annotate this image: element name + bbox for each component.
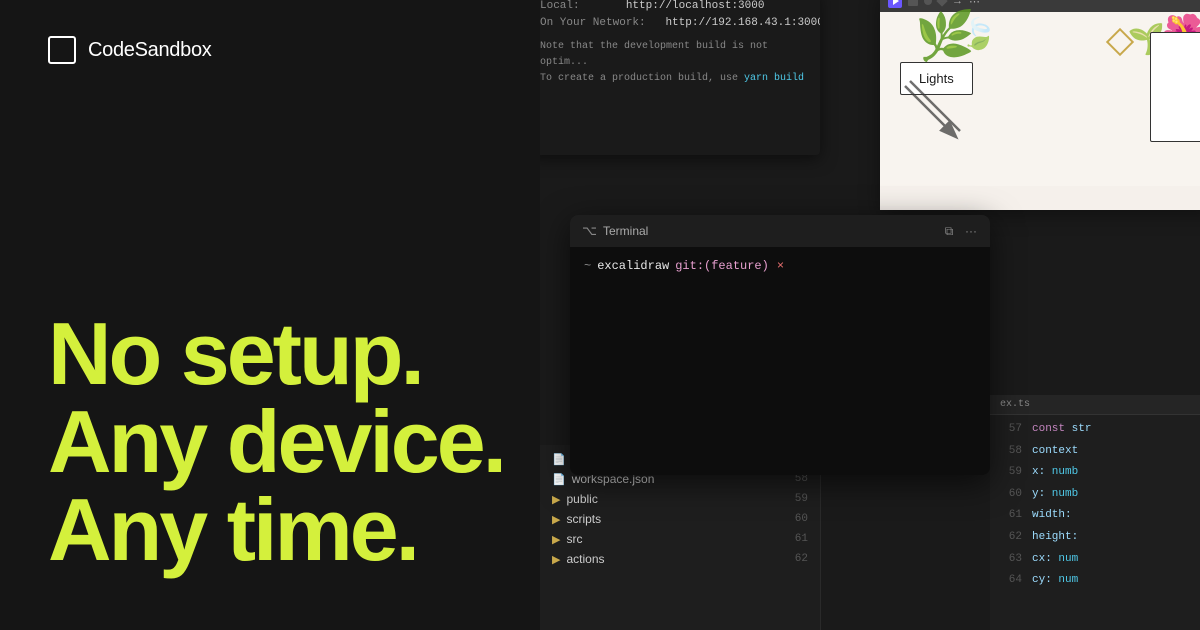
code-content: 57const str58context59x: numb60y: numb61… bbox=[990, 415, 1200, 596]
code-text: const str bbox=[1032, 421, 1091, 439]
code-line-number: 58 bbox=[998, 443, 1022, 461]
code-line: 62 height: bbox=[990, 527, 1200, 549]
code-line: 59 x: numb bbox=[990, 462, 1200, 484]
line-number: 59 bbox=[784, 493, 808, 505]
prompt-dir: excalidraw bbox=[597, 259, 669, 273]
code-text: height: bbox=[1032, 529, 1078, 547]
arrow-right-icon[interactable]: → bbox=[952, 0, 963, 7]
line-number: 61 bbox=[784, 533, 808, 545]
prompt-branch: git:(feature) bbox=[675, 259, 769, 273]
line-number: 60 bbox=[784, 513, 808, 525]
arrow-svg bbox=[895, 76, 975, 156]
hero-text: No setup. Any device. Any time. bbox=[48, 310, 532, 594]
figma-window: → ⋯ 🌿 🌺 🌱 🍃 Lights bbox=[880, 0, 1200, 210]
white-card bbox=[1150, 32, 1200, 142]
folder-icon: ▶ bbox=[552, 493, 560, 506]
logo-icon bbox=[48, 36, 76, 64]
terminal-window: ⌥ Terminal ⧉ ··· ~ excalidraw git:(featu… bbox=[570, 215, 990, 475]
network-label: On Your Network: bbox=[540, 17, 646, 29]
code-line-number: 61 bbox=[998, 507, 1022, 525]
play-icon[interactable] bbox=[888, 0, 902, 8]
file-name: actions bbox=[566, 552, 778, 566]
code-text: cx: num bbox=[1032, 551, 1078, 569]
dev-note: Note that the development build is not o… bbox=[540, 39, 810, 87]
code-line-number: 64 bbox=[998, 572, 1022, 590]
file-name: public bbox=[566, 492, 778, 506]
file-name: src bbox=[566, 532, 778, 546]
code-line-number: 59 bbox=[998, 464, 1022, 482]
code-text: context bbox=[1032, 443, 1078, 461]
logo-container: CodeSandbox bbox=[48, 36, 532, 64]
terminal-title: ⌥ Terminal bbox=[582, 223, 648, 239]
file-tree-item[interactable]: ▶ scripts 60 bbox=[540, 509, 820, 529]
hero-line-1: No setup. bbox=[48, 310, 532, 398]
record-icon[interactable] bbox=[924, 0, 932, 5]
file-tree-item[interactable]: ▶ public 59 bbox=[540, 489, 820, 509]
code-line-number: 60 bbox=[998, 486, 1022, 504]
right-section: Local: http://localhost:3000 On Your Net… bbox=[540, 0, 1200, 630]
hero-line-3: Any time. bbox=[48, 486, 532, 574]
local-label: Local: bbox=[540, 0, 580, 12]
code-line: 57 const str bbox=[990, 419, 1200, 441]
prompt-cursor: × bbox=[777, 259, 784, 273]
local-url: http://localhost:3000 bbox=[626, 0, 765, 12]
code-line: 60 y: numb bbox=[990, 484, 1200, 506]
line-number: 62 bbox=[784, 553, 808, 565]
file-tree-item[interactable]: ▶ src 61 bbox=[540, 529, 820, 549]
code-line: 63 cx: num bbox=[990, 549, 1200, 571]
code-line-number: 57 bbox=[998, 421, 1022, 439]
terminal-actions: ⧉ ··· bbox=[942, 224, 978, 238]
prompt-arrow: ~ bbox=[584, 259, 591, 273]
code-line-number: 63 bbox=[998, 551, 1022, 569]
code-line-number: 62 bbox=[998, 529, 1022, 547]
code-editor-panel: ex.ts 57 const str 58 context 59 x: numb 60 y: … bbox=[990, 395, 1200, 630]
file-icon: 📄 bbox=[552, 453, 566, 466]
file-tree-item[interactable]: ▶ actions 62 bbox=[540, 549, 820, 569]
hero-line-2: Any device. bbox=[48, 398, 532, 486]
code-line: 64 cy: num bbox=[990, 570, 1200, 592]
terminal-icon: ⌥ bbox=[582, 223, 597, 239]
code-line: 58 context bbox=[990, 441, 1200, 463]
code-text: y: numb bbox=[1032, 486, 1078, 504]
terminal-restore-button[interactable]: ⧉ bbox=[942, 224, 956, 238]
figma-canvas: 🌿 🌺 🌱 🍃 Lights bbox=[880, 12, 1200, 186]
stop-icon[interactable] bbox=[908, 0, 918, 6]
folder-icon: ▶ bbox=[552, 553, 560, 566]
left-section: CodeSandbox No setup. Any device. Any ti… bbox=[0, 0, 580, 630]
terminal-body: ~ excalidraw git:(feature) × bbox=[570, 247, 990, 475]
folder-icon: ▶ bbox=[552, 533, 560, 546]
diamond-icon[interactable] bbox=[936, 0, 947, 7]
logo-text: CodeSandbox bbox=[88, 39, 211, 62]
folder-icon: ▶ bbox=[552, 513, 560, 526]
code-line: 61 width: bbox=[990, 505, 1200, 527]
code-text: cy: num bbox=[1032, 572, 1078, 590]
file-icon: 📄 bbox=[552, 473, 566, 486]
terminal-prompt: ~ excalidraw git:(feature) × bbox=[584, 259, 976, 273]
plant-decoration-4: 🍃 bbox=[960, 17, 997, 52]
terminal-more-button[interactable]: ··· bbox=[964, 224, 978, 238]
code-text: x: numb bbox=[1032, 464, 1078, 482]
dev-server-window: Local: http://localhost:3000 On Your Net… bbox=[540, 0, 820, 155]
code-filename: ex.ts bbox=[990, 395, 1200, 415]
code-text: width: bbox=[1032, 507, 1072, 525]
terminal-top-bar: ⌥ Terminal ⧉ ··· bbox=[570, 215, 990, 247]
file-name: scripts bbox=[566, 512, 778, 526]
network-url: http://192.168.43.1:3000 bbox=[665, 17, 820, 29]
